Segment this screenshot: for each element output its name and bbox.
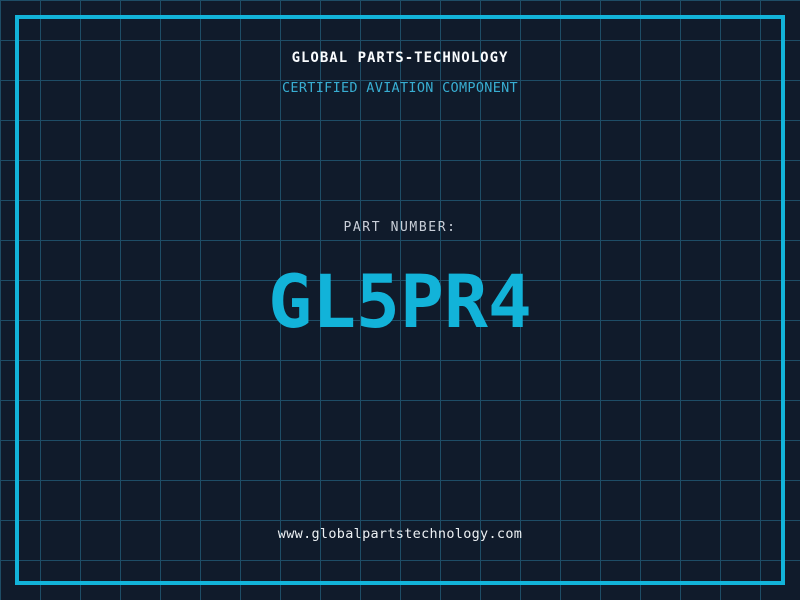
website-url: www.globalpartstechnology.com <box>277 526 523 542</box>
part-number-label: PART NUMBER: <box>343 220 457 235</box>
part-number-value: GL5PR4 <box>268 260 532 345</box>
certificate-page: GLOBAL PARTS-TECHNOLOGY CERTIFIED AVIATI… <box>0 0 800 600</box>
page-title: GLOBAL PARTS-TECHNOLOGY <box>291 50 509 66</box>
page-subtitle: CERTIFIED AVIATION COMPONENT <box>282 80 518 96</box>
